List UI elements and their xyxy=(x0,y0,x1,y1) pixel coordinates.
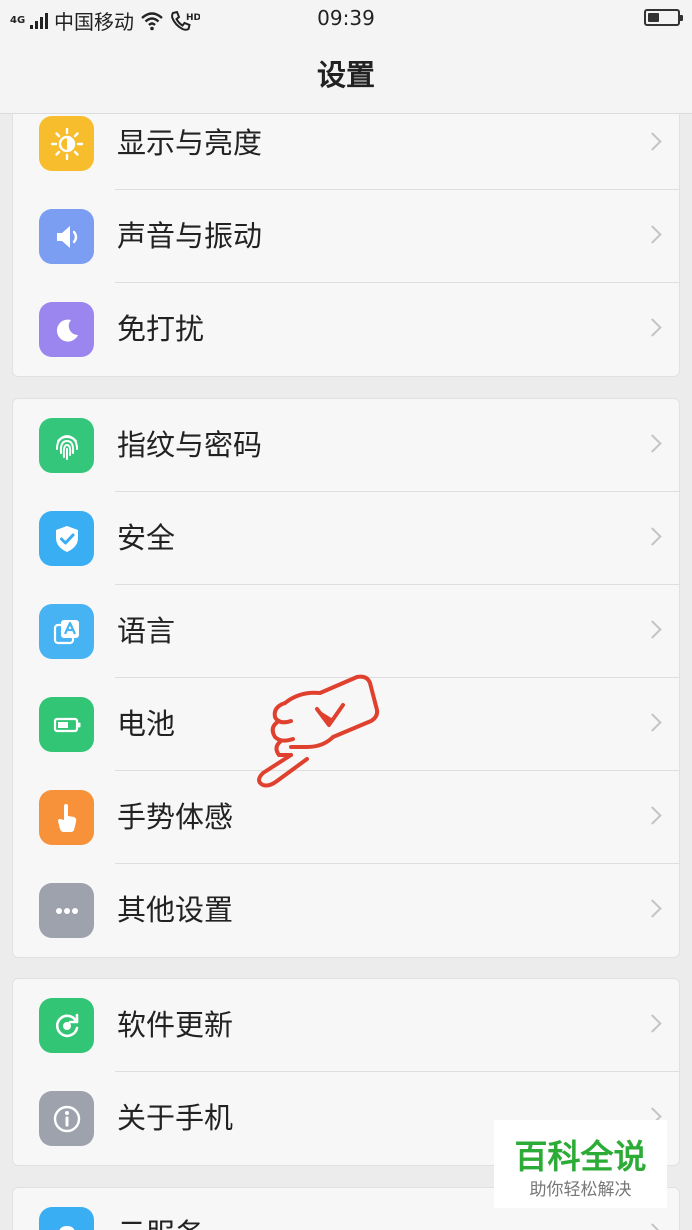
chevron-right-icon xyxy=(643,434,662,453)
chevron-right-icon xyxy=(643,132,662,151)
shield-icon xyxy=(39,511,94,566)
settings-item-label: 声音与振动 xyxy=(117,219,263,253)
battery-level-fill xyxy=(648,13,659,22)
settings-item-do-not-disturb[interactable]: 免打扰 xyxy=(13,283,679,376)
settings-item-software-update[interactable]: 软件更新 xyxy=(13,979,679,1072)
settings-item-label: 语言 xyxy=(117,614,176,648)
chevron-right-icon xyxy=(643,899,662,918)
pointing-hand-annotation-icon xyxy=(257,674,380,788)
chevron-right-icon xyxy=(643,225,662,244)
speaker-icon xyxy=(39,209,94,264)
chevron-right-icon xyxy=(643,713,662,732)
sun-icon xyxy=(39,116,94,171)
settings-item-other-settings[interactable]: 其他设置 xyxy=(13,864,679,957)
fingerprint-icon xyxy=(39,418,94,473)
moon-icon xyxy=(39,302,94,357)
settings-item-security[interactable]: 安全 xyxy=(13,492,679,585)
chevron-right-icon xyxy=(643,1014,662,1033)
settings-item-label: 云服务 xyxy=(117,1188,204,1230)
clock: 09:39 xyxy=(317,6,375,30)
settings-item-label: 其他设置 xyxy=(117,893,234,927)
settings-item-label: 手势体感 xyxy=(117,800,234,834)
battery-icon xyxy=(39,697,94,752)
settings-item-sound-vibration[interactable]: 声音与振动 xyxy=(13,190,679,283)
status-bar: 4G 中国移动 HD 09:39 xyxy=(0,0,692,36)
settings-item-fingerprint-password[interactable]: 指纹与密码 xyxy=(13,399,679,492)
settings-item-label: 软件更新 xyxy=(117,1008,234,1042)
battery-status-icon xyxy=(644,9,683,26)
battery-indicator xyxy=(644,9,683,26)
watermark-logo: 百科全说 助你轻松解决 xyxy=(494,1120,667,1208)
chevron-right-icon xyxy=(643,1223,662,1230)
cloud-icon xyxy=(39,1207,94,1230)
chevron-right-icon xyxy=(643,806,662,825)
page-title: 设置 xyxy=(316,58,375,92)
settings-group-display: 显示与亮度 声音与振动 免打扰 xyxy=(12,96,680,377)
language-icon xyxy=(39,604,94,659)
settings-item-label: 指纹与密码 xyxy=(117,428,263,462)
settings-item-label: 关于手机 xyxy=(117,1101,234,1135)
chevron-right-icon xyxy=(643,620,662,639)
navigation-bar: 设置 xyxy=(0,36,692,114)
info-icon xyxy=(39,1091,94,1146)
settings-item-label: 安全 xyxy=(117,521,176,555)
more-dots-icon xyxy=(39,883,94,938)
settings-item-label: 电池 xyxy=(117,707,176,741)
update-icon xyxy=(39,998,94,1053)
gesture-hand-icon xyxy=(39,790,94,845)
chevron-right-icon xyxy=(643,318,662,337)
settings-item-label: 免打扰 xyxy=(117,312,205,346)
watermark-subtitle: 助你轻松解决 xyxy=(529,1180,632,1200)
chevron-right-icon xyxy=(643,527,662,546)
watermark-title: 百科全说 xyxy=(514,1137,647,1176)
